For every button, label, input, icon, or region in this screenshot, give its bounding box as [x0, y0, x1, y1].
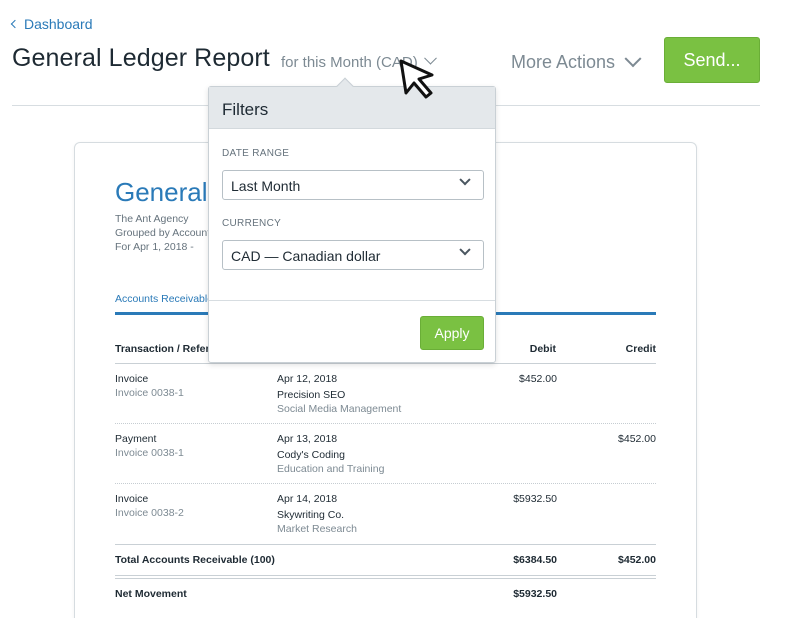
- total-credit: $452.00: [618, 554, 656, 566]
- row-date: Apr 13, 2018: [277, 433, 338, 445]
- filters-popover: Filters DATE RANGE Last Month CURRENCY C…: [208, 77, 496, 363]
- row-credit: $452.00: [618, 433, 656, 445]
- row-date: Apr 12, 2018: [277, 373, 338, 385]
- total-debit: $6384.50: [513, 554, 557, 566]
- more-actions-button[interactable]: More Actions: [511, 49, 642, 73]
- row-date: Apr 14, 2018: [277, 493, 338, 505]
- currency-label: CURRENCY: [222, 218, 282, 229]
- row-client: Skywriting Co.: [277, 509, 345, 521]
- net-divider-bottom: [115, 578, 656, 579]
- table-row[interactable]: Payment Invoice 0038-1 Apr 13, 2018 Cody…: [115, 431, 656, 491]
- mouse-pointer-icon: [399, 59, 434, 99]
- date-range-value: Last Month: [231, 178, 301, 194]
- page-title: General Ledger Report: [12, 44, 270, 72]
- chevron-left-icon: [10, 19, 20, 29]
- currency-value: CAD — Canadian dollar: [231, 248, 381, 264]
- row-ref: Invoice 0038-2: [115, 507, 184, 519]
- tab-accounts-receivable[interactable]: Accounts Receivable: [115, 293, 213, 305]
- report-title: General: [115, 177, 208, 207]
- column-header-transaction: Transaction / Refer: [115, 343, 210, 355]
- currency-select[interactable]: CAD — Canadian dollar: [222, 240, 484, 270]
- column-header-debit: Debit: [529, 343, 556, 355]
- apply-button[interactable]: Apply: [420, 316, 484, 350]
- row-description: Social Media Management: [277, 403, 402, 415]
- table-header-divider: [115, 363, 656, 364]
- filters-title: Filters: [209, 87, 495, 129]
- table-row[interactable]: Invoice Invoice 0038-2 Apr 14, 2018 Skyw…: [115, 491, 656, 551]
- net-divider-top: [115, 575, 656, 576]
- page: Dashboard General Ledger Report for this…: [0, 0, 800, 618]
- row-ref: Invoice 0038-1: [115, 447, 184, 459]
- total-divider: [115, 544, 656, 545]
- more-actions-label: More Actions: [511, 52, 616, 72]
- chevron-down-icon: [624, 49, 642, 67]
- row-debit: $452.00: [519, 373, 557, 385]
- row-client: Cody's Coding: [277, 449, 345, 461]
- row-debit: $5932.50: [513, 493, 557, 505]
- chevron-down-icon: [459, 174, 471, 186]
- breadcrumb-dashboard-link[interactable]: Dashboard: [24, 16, 93, 32]
- row-type: Invoice: [115, 493, 149, 505]
- column-header-credit: Credit: [625, 343, 656, 355]
- breadcrumb[interactable]: Dashboard: [10, 16, 93, 32]
- row-divider: [115, 483, 656, 484]
- row-description: Education and Training: [277, 463, 385, 475]
- total-label: Total Accounts Receivable (100): [115, 554, 275, 566]
- row-description: Market Research: [277, 523, 357, 535]
- date-range-select[interactable]: Last Month: [222, 170, 484, 200]
- net-movement-label: Net Movement: [115, 588, 187, 600]
- row-client: Precision SEO: [277, 389, 346, 401]
- send-button[interactable]: Send...: [664, 37, 760, 83]
- table-row[interactable]: Invoice Invoice 0038-1 Apr 12, 2018 Prec…: [115, 371, 656, 431]
- net-movement-debit: $5932.50: [513, 588, 557, 600]
- chevron-down-icon: [459, 244, 471, 256]
- row-type: Payment: [115, 433, 157, 445]
- filters-footer-divider: [209, 300, 495, 301]
- report-date-range: For Apr 1, 2018 -: [115, 241, 194, 253]
- row-type: Invoice: [115, 373, 149, 385]
- report-company: The Ant Agency: [115, 213, 189, 225]
- row-ref: Invoice 0038-1: [115, 387, 184, 399]
- report-grouped-by: Grouped by Account: [115, 227, 211, 239]
- date-range-label: DATE RANGE: [222, 148, 290, 159]
- row-divider: [115, 423, 656, 424]
